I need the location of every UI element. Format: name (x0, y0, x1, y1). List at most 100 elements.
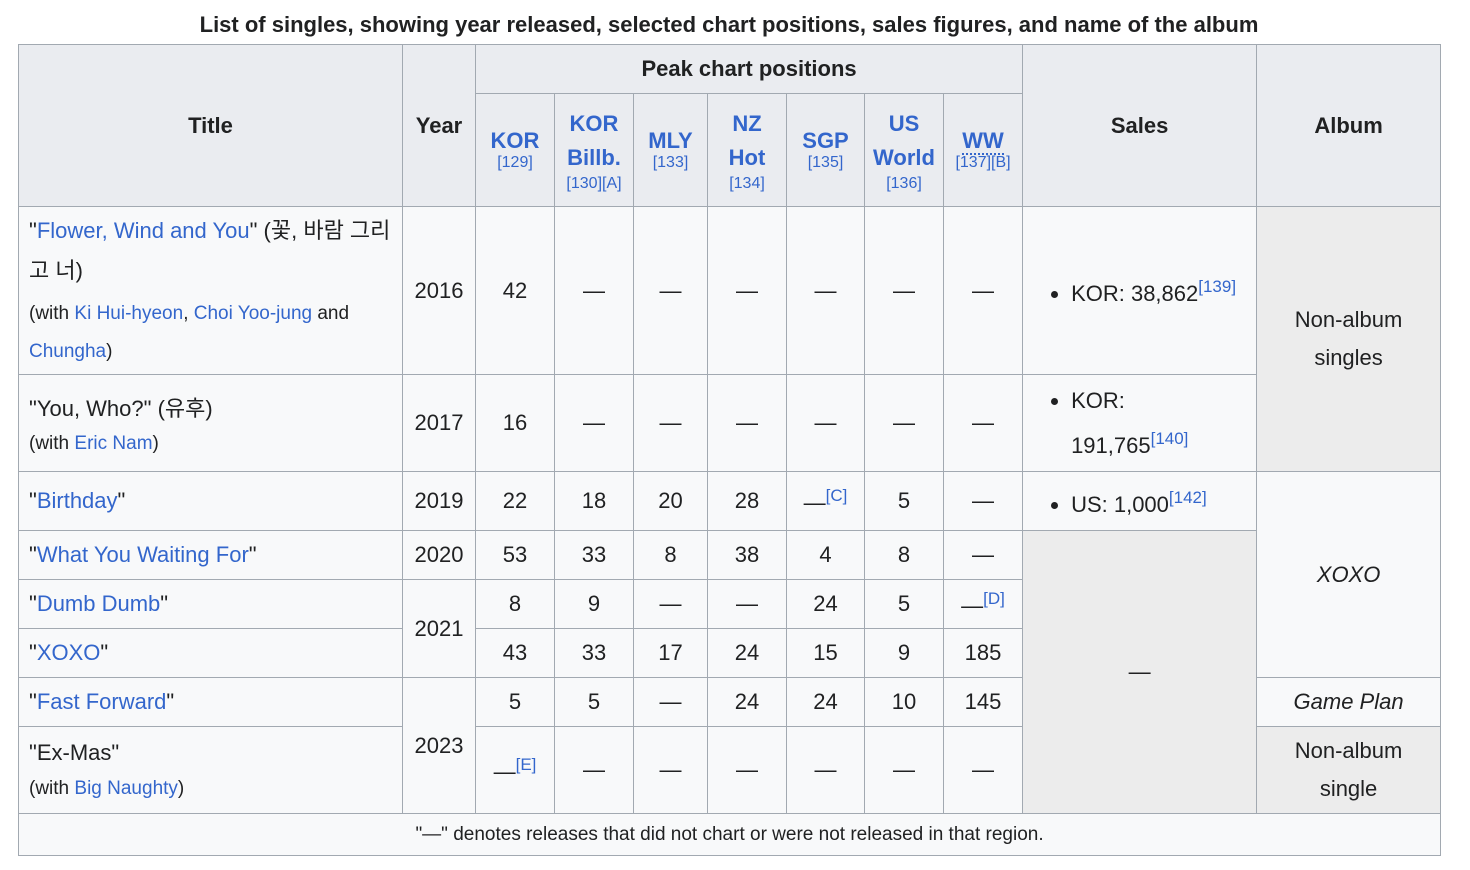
ref[interactable]: [135] (787, 154, 864, 172)
chart-cell: —[D] (942, 579, 1024, 629)
chart-cell: — (786, 206, 865, 375)
ref[interactable]: [130][A] (555, 175, 633, 193)
year-cell: 2017 (402, 374, 476, 472)
chart-cell: 24 (786, 677, 865, 727)
artist-link[interactable]: Eric Nam (74, 433, 152, 454)
chart-cell: 8 (864, 530, 944, 580)
ref[interactable]: [134] (708, 175, 786, 193)
sales-text: US: 1,000 (1071, 491, 1169, 517)
table-row: "You, Who?" (유후) (with Eric Nam) 2017 16… (18, 374, 1441, 472)
song-link[interactable]: Flower, Wind and You (37, 218, 250, 243)
title-cell: "Fast Forward" (18, 677, 403, 727)
ref[interactable]: [129] (476, 154, 554, 172)
chart-us-link-1[interactable]: US (865, 107, 943, 141)
chart-cell: 15 (786, 628, 865, 678)
header-chart-nz-hot[interactable]: NZ Hot [134] (707, 93, 787, 207)
chart-cell: 43 (475, 628, 555, 678)
chart-cell: — (554, 726, 634, 814)
sales-cell: — (1022, 530, 1258, 814)
song-link[interactable]: Dumb Dumb (37, 591, 160, 616)
ref[interactable]: [137][B] (944, 154, 1022, 172)
chart-cell: 5 (864, 471, 944, 531)
table-row: "What You Waiting For" 2020 53 33 8 38 4… (18, 530, 1441, 814)
chart-cell: — (633, 206, 708, 375)
year-cell: 2021 (402, 579, 476, 678)
title-cell: "Ex-Mas" (with Big Naughty) (18, 726, 403, 814)
chart-cell: 5 (864, 579, 944, 629)
year-cell: 2019 (402, 471, 476, 531)
chart-kor-link[interactable]: KOR (476, 128, 554, 154)
song-link[interactable]: What You Waiting For (37, 542, 249, 567)
chart-cell: 16 (475, 374, 555, 472)
header-chart-us-world[interactable]: US World [136] (864, 93, 944, 207)
artist-link[interactable]: Chungha (29, 341, 106, 362)
chart-cell: 24 (707, 628, 787, 678)
chart-us-link-2[interactable]: World (865, 141, 943, 175)
chart-cell: 9 (554, 579, 634, 629)
sales-cell: KOR: 38,862[139] (1022, 206, 1258, 375)
chart-cell: 145 (942, 677, 1024, 727)
song-link[interactable]: Birthday (37, 488, 118, 513)
chart-cell: — (554, 206, 634, 375)
year-cell: 2016 (402, 206, 476, 375)
chart-cell: 5 (554, 677, 634, 727)
ref[interactable]: [D] (983, 589, 1005, 608)
chart-nz-link-1[interactable]: NZ (708, 107, 786, 141)
sales-text: KOR: 191,765 (1071, 387, 1151, 458)
chart-cell: — (942, 471, 1024, 531)
chart-cell: 20 (633, 471, 708, 531)
chart-ww-link[interactable]: WW (962, 128, 1004, 155)
chart-korb-link-2[interactable]: Billb. (555, 141, 633, 175)
chart-cell: 10 (864, 677, 944, 727)
header-chart-mly[interactable]: MLY [133] (633, 93, 708, 207)
ref[interactable]: [139] (1198, 277, 1236, 296)
artist-link[interactable]: Ki Hui-hyeon (74, 303, 183, 324)
chart-cell: —[C] (786, 471, 865, 531)
chart-cell: —[E] (475, 726, 555, 814)
chart-cell: — (707, 374, 787, 472)
table-note: "—" denotes releases that did not chart … (17, 813, 1442, 856)
chart-nz-link-2[interactable]: Hot (708, 141, 786, 175)
chart-cell: 17 (633, 628, 708, 678)
header-chart-ww[interactable]: WW [137][B] (942, 93, 1024, 207)
album-cell: Non-album single (1256, 726, 1442, 814)
ref[interactable]: [142] (1169, 488, 1207, 507)
singles-table-container: List of singles, showing year released, … (17, 8, 1442, 856)
song-link[interactable]: XOXO (37, 640, 101, 665)
song-title: Ex-Mas (36, 740, 112, 765)
chart-cell: — (786, 374, 865, 472)
header-chart-sgp[interactable]: SGP [135] (786, 93, 865, 207)
chart-cell: — (554, 374, 634, 472)
chart-cell: 9 (864, 628, 944, 678)
table-note-row: "—" denotes releases that did not chart … (17, 813, 1442, 856)
chart-mly-link[interactable]: MLY (634, 128, 707, 154)
song-link[interactable]: Fast Forward (37, 689, 167, 714)
chart-cell: 24 (786, 579, 865, 629)
ref[interactable]: [133] (634, 154, 707, 172)
chart-cell: — (633, 726, 708, 814)
title-cell: "Dumb Dumb" (18, 579, 403, 629)
chart-sgp-link[interactable]: SGP (787, 128, 864, 154)
chart-cell: 42 (475, 206, 555, 375)
chart-cell: — (633, 374, 708, 472)
chart-cell: — (633, 579, 708, 629)
ref[interactable]: [C] (826, 486, 848, 505)
ref[interactable]: [140] (1151, 429, 1189, 448)
table-row: "Birthday" 2019 22 18 20 28 —[C] 5 — US:… (18, 471, 1442, 678)
chart-cell: — (633, 677, 708, 727)
chart-cell: 53 (475, 530, 555, 580)
ref[interactable]: [136] (865, 175, 943, 193)
chart-cell: — (864, 374, 944, 472)
artist-link[interactable]: Choi Yoo-jung (194, 303, 312, 324)
chart-cell: — (707, 726, 787, 814)
chart-korb-link-1[interactable]: KOR (555, 107, 633, 141)
chart-cell: 18 (554, 471, 634, 531)
title-cell: "Flower, Wind and You" (꽃, 바람 그리고 너) (wi… (18, 206, 403, 375)
album-cell: Game Plan (1256, 677, 1442, 727)
year-cell: 2023 (402, 677, 476, 814)
ref[interactable]: [E] (516, 755, 537, 774)
header-chart-kor[interactable]: KOR [129] (475, 93, 555, 207)
chart-cell: 22 (475, 471, 555, 531)
artist-link[interactable]: Big Naughty (74, 778, 178, 799)
header-chart-kor-billb[interactable]: KOR Billb. [130][A] (554, 93, 634, 207)
